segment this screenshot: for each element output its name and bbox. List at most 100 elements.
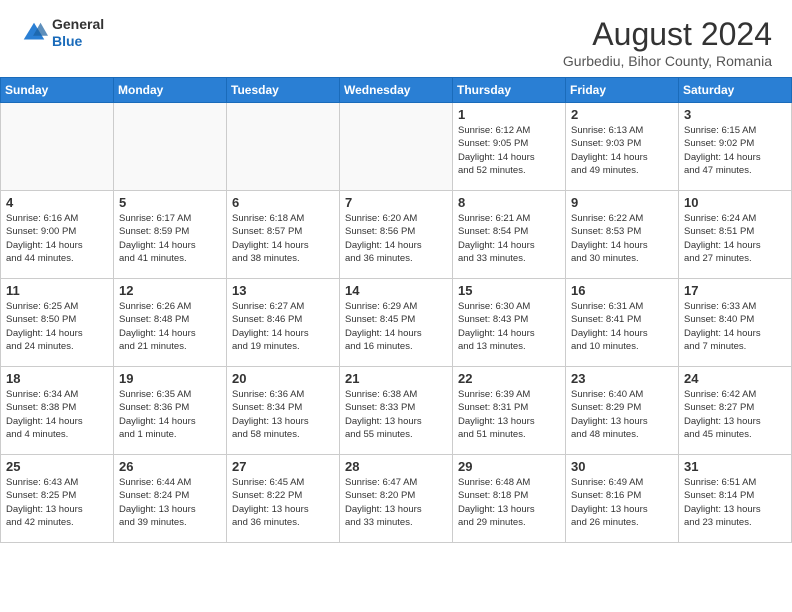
month-year: August 2024 xyxy=(563,16,772,53)
day-info: Sunrise: 6:26 AM Sunset: 8:48 PM Dayligh… xyxy=(119,300,221,353)
day-number: 12 xyxy=(119,283,221,298)
calendar-day: 1 Sunrise: 6:12 AM Sunset: 9:05 PM Daylig… xyxy=(453,103,566,191)
calendar-day xyxy=(227,103,340,191)
day-info: Sunrise: 6:30 AM Sunset: 8:43 PM Dayligh… xyxy=(458,300,560,353)
day-info: Sunrise: 6:47 AM Sunset: 8:20 PM Dayligh… xyxy=(345,476,447,529)
day-info: Sunrise: 6:38 AM Sunset: 8:33 PM Dayligh… xyxy=(345,388,447,441)
calendar-day: 31 Sunrise: 6:51 AM Sunset: 8:14 PM Dayli… xyxy=(679,455,792,543)
logo-general-text: General xyxy=(52,16,104,33)
day-number: 2 xyxy=(571,107,673,122)
calendar-day: 16Sunrise: 6:31 AM Sunset: 8:41 PM Dayli… xyxy=(566,279,679,367)
day-info: Sunrise: 6:31 AM Sunset: 8:41 PM Dayligh… xyxy=(571,300,673,353)
day-info: Sunrise: 6:12 AM Sunset: 9:05 PM Dayligh… xyxy=(458,124,560,177)
day-info: Sunrise: 6:29 AM Sunset: 8:45 PM Dayligh… xyxy=(345,300,447,353)
calendar-day: 6 Sunrise: 6:18 AM Sunset: 8:57 PM Daylig… xyxy=(227,191,340,279)
weekday-header-monday: Monday xyxy=(114,78,227,103)
logo-blue-text: Blue xyxy=(52,33,104,50)
day-number: 20 xyxy=(232,371,334,386)
day-number: 21 xyxy=(345,371,447,386)
day-number: 4 xyxy=(6,195,108,210)
calendar-day: 30 Sunrise: 6:49 AM Sunset: 8:16 PM Dayli… xyxy=(566,455,679,543)
day-info: Sunrise: 6:39 AM Sunset: 8:31 PM Dayligh… xyxy=(458,388,560,441)
day-info: Sunrise: 6:36 AM Sunset: 8:34 PM Dayligh… xyxy=(232,388,334,441)
day-info: Sunrise: 6:15 AM Sunset: 9:02 PM Dayligh… xyxy=(684,124,786,177)
day-info: Sunrise: 6:16 AM Sunset: 9:00 PM Dayligh… xyxy=(6,212,108,265)
day-info: Sunrise: 6:49 AM Sunset: 8:16 PM Dayligh… xyxy=(571,476,673,529)
calendar-day: 23 Sunrise: 6:40 AM Sunset: 8:29 PM Dayli… xyxy=(566,367,679,455)
day-number: 25 xyxy=(6,459,108,474)
day-info: Sunrise: 6:13 AM Sunset: 9:03 PM Dayligh… xyxy=(571,124,673,177)
day-number: 22 xyxy=(458,371,560,386)
calendar-day: 4 Sunrise: 6:16 AM Sunset: 9:00 PM Daylig… xyxy=(1,191,114,279)
calendar-day: 22 Sunrise: 6:39 AM Sunset: 8:31 PM Dayli… xyxy=(453,367,566,455)
day-number: 19 xyxy=(119,371,221,386)
day-number: 1 xyxy=(458,107,560,122)
day-number: 5 xyxy=(119,195,221,210)
day-info: Sunrise: 6:24 AM Sunset: 8:51 PM Dayligh… xyxy=(684,212,786,265)
calendar-day: 25 Sunrise: 6:43 AM Sunset: 8:25 PM Dayli… xyxy=(1,455,114,543)
day-info: Sunrise: 6:48 AM Sunset: 8:18 PM Dayligh… xyxy=(458,476,560,529)
day-info: Sunrise: 6:25 AM Sunset: 8:50 PM Dayligh… xyxy=(6,300,108,353)
calendar-day: 5Sunrise: 6:17 AM Sunset: 8:59 PM Daylig… xyxy=(114,191,227,279)
calendar-day: 27Sunrise: 6:45 AM Sunset: 8:22 PM Dayli… xyxy=(227,455,340,543)
weekday-header-tuesday: Tuesday xyxy=(227,78,340,103)
day-number: 28 xyxy=(345,459,447,474)
calendar-day: 24 Sunrise: 6:42 AM Sunset: 8:27 PM Dayli… xyxy=(679,367,792,455)
day-number: 26 xyxy=(119,459,221,474)
title-block: August 2024 Gurbediu, Bihor County, Roma… xyxy=(563,16,772,69)
weekday-header-friday: Friday xyxy=(566,78,679,103)
location: Gurbediu, Bihor County, Romania xyxy=(563,53,772,69)
day-number: 6 xyxy=(232,195,334,210)
logo-icon xyxy=(20,19,48,47)
day-info: Sunrise: 6:20 AM Sunset: 8:56 PM Dayligh… xyxy=(345,212,447,265)
calendar-day: 28 Sunrise: 6:47 AM Sunset: 8:20 PM Dayli… xyxy=(340,455,453,543)
day-info: Sunrise: 6:27 AM Sunset: 8:46 PM Dayligh… xyxy=(232,300,334,353)
day-info: Sunrise: 6:42 AM Sunset: 8:27 PM Dayligh… xyxy=(684,388,786,441)
day-number: 30 xyxy=(571,459,673,474)
weekday-header-row: SundayMondayTuesdayWednesdayThursdayFrid… xyxy=(1,78,792,103)
day-number: 10 xyxy=(684,195,786,210)
day-number: 3 xyxy=(684,107,786,122)
day-number: 11 xyxy=(6,283,108,298)
calendar-day: 12 Sunrise: 6:26 AM Sunset: 8:48 PM Dayli… xyxy=(114,279,227,367)
calendar-day: 26 Sunrise: 6:44 AM Sunset: 8:24 PM Dayli… xyxy=(114,455,227,543)
day-info: Sunrise: 6:43 AM Sunset: 8:25 PM Dayligh… xyxy=(6,476,108,529)
calendar-week-5: 25 Sunrise: 6:43 AM Sunset: 8:25 PM Dayli… xyxy=(1,455,792,543)
calendar-day: 21 Sunrise: 6:38 AM Sunset: 8:33 PM Dayli… xyxy=(340,367,453,455)
day-number: 9 xyxy=(571,195,673,210)
weekday-header-saturday: Saturday xyxy=(679,78,792,103)
calendar-day: 15 Sunrise: 6:30 AM Sunset: 8:43 PM Dayli… xyxy=(453,279,566,367)
calendar-day: 3 Sunrise: 6:15 AM Sunset: 9:02 PM Daylig… xyxy=(679,103,792,191)
day-info: Sunrise: 6:22 AM Sunset: 8:53 PM Dayligh… xyxy=(571,212,673,265)
day-info: Sunrise: 6:18 AM Sunset: 8:57 PM Dayligh… xyxy=(232,212,334,265)
calendar-day: 11 Sunrise: 6:25 AM Sunset: 8:50 PM Dayli… xyxy=(1,279,114,367)
calendar-day: 9 Sunrise: 6:22 AM Sunset: 8:53 PM Daylig… xyxy=(566,191,679,279)
day-info: Sunrise: 6:33 AM Sunset: 8:40 PM Dayligh… xyxy=(684,300,786,353)
day-number: 8 xyxy=(458,195,560,210)
calendar-week-3: 11 Sunrise: 6:25 AM Sunset: 8:50 PM Dayli… xyxy=(1,279,792,367)
day-number: 31 xyxy=(684,459,786,474)
calendar-day: 2 Sunrise: 6:13 AM Sunset: 9:03 PM Daylig… xyxy=(566,103,679,191)
day-info: Sunrise: 6:51 AM Sunset: 8:14 PM Dayligh… xyxy=(684,476,786,529)
weekday-header-thursday: Thursday xyxy=(453,78,566,103)
logo: General Blue xyxy=(20,16,104,50)
day-number: 18 xyxy=(6,371,108,386)
day-number: 17 xyxy=(684,283,786,298)
calendar-day: 20 Sunrise: 6:36 AM Sunset: 8:34 PM Dayli… xyxy=(227,367,340,455)
day-info: Sunrise: 6:40 AM Sunset: 8:29 PM Dayligh… xyxy=(571,388,673,441)
day-number: 7 xyxy=(345,195,447,210)
calendar-day: 7 Sunrise: 6:20 AM Sunset: 8:56 PM Daylig… xyxy=(340,191,453,279)
day-number: 29 xyxy=(458,459,560,474)
day-info: Sunrise: 6:44 AM Sunset: 8:24 PM Dayligh… xyxy=(119,476,221,529)
day-number: 15 xyxy=(458,283,560,298)
day-info: Sunrise: 6:21 AM Sunset: 8:54 PM Dayligh… xyxy=(458,212,560,265)
day-info: Sunrise: 6:34 AM Sunset: 8:38 PM Dayligh… xyxy=(6,388,108,441)
calendar-week-4: 18 Sunrise: 6:34 AM Sunset: 8:38 PM Dayli… xyxy=(1,367,792,455)
day-number: 23 xyxy=(571,371,673,386)
day-number: 24 xyxy=(684,371,786,386)
calendar-week-1: 1 Sunrise: 6:12 AM Sunset: 9:05 PM Daylig… xyxy=(1,103,792,191)
calendar-week-2: 4 Sunrise: 6:16 AM Sunset: 9:00 PM Daylig… xyxy=(1,191,792,279)
weekday-header-sunday: Sunday xyxy=(1,78,114,103)
calendar-day: 8 Sunrise: 6:21 AM Sunset: 8:54 PM Daylig… xyxy=(453,191,566,279)
day-info: Sunrise: 6:45 AM Sunset: 8:22 PM Dayligh… xyxy=(232,476,334,529)
